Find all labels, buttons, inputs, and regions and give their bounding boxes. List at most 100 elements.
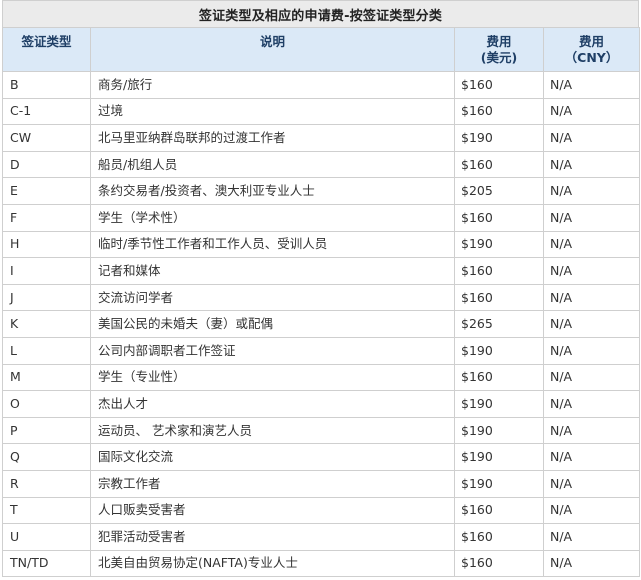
cell-fee-usd: $265 — [454, 310, 544, 338]
cell-fee-cny: N/A — [543, 283, 640, 312]
table-row: C-1 过境 $160 N/A — [2, 97, 640, 126]
cell-fee-cny: N/A — [543, 523, 640, 551]
table-row: L 公司内部调职者工作签证 $190 N/A — [2, 336, 640, 365]
cell-visa-type: H — [2, 230, 91, 259]
cell-fee-usd: $190 — [454, 469, 544, 498]
cell-description: 杰出人才 — [90, 390, 455, 418]
cell-description: 条约交易者/投资者、澳大利亚专业人士 — [90, 177, 455, 205]
header-description-label: 说明 — [259, 34, 285, 49]
cell-visa-type: L — [2, 336, 91, 365]
table-row: F 学生（学术性） $160 N/A — [2, 203, 640, 232]
table-row: R 宗教工作者 $190 N/A — [2, 469, 640, 498]
table-body: B 商务/旅行 $160 N/A C-1 过境 $160 N/A CW 北马里亚… — [2, 71, 640, 578]
table-row: TN/TD 北美自由贸易协定(NAFTA)专业人士 $160 N/A — [2, 549, 640, 578]
header-fee-cny-line1: 费用 — [578, 34, 604, 49]
cell-description: 过境 — [90, 97, 455, 126]
table-row: H 临时/季节性工作者和工作人员、受训人员 $190 N/A — [2, 230, 640, 259]
cell-visa-type: CW — [2, 124, 91, 152]
table-row: Q 国际文化交流 $190 N/A — [2, 443, 640, 471]
cell-fee-usd: $160 — [454, 203, 544, 232]
cell-description: 宗教工作者 — [90, 469, 455, 498]
cell-description: 北美自由贸易协定(NAFTA)专业人士 — [90, 549, 455, 578]
cell-fee-cny: N/A — [543, 416, 640, 445]
table-row: P 运动员、 艺术家和演艺人员 $190 N/A — [2, 416, 640, 445]
table-header: 签证类型 说明 费用 (美元) 费用 （CNY） — [2, 27, 640, 72]
cell-fee-cny: N/A — [543, 549, 640, 578]
cell-visa-type: P — [2, 416, 91, 445]
cell-description: 学生（学术性） — [90, 203, 455, 232]
table-row: D 船员/机组人员 $160 N/A — [2, 150, 640, 179]
visa-fee-table: 签证类型 说明 费用 (美元) 费用 （CNY） B 商务/旅行 $160 N/… — [2, 27, 640, 578]
cell-fee-usd: $160 — [454, 97, 544, 126]
header-visa-type: 签证类型 — [2, 27, 91, 72]
cell-fee-usd: $160 — [454, 363, 544, 392]
cell-description: 人口贩卖受害者 — [90, 496, 455, 525]
cell-fee-usd: $205 — [454, 177, 544, 205]
cell-description: 国际文化交流 — [90, 443, 455, 471]
cell-visa-type: C-1 — [2, 97, 91, 126]
cell-visa-type: Q — [2, 443, 91, 471]
cell-visa-type: I — [2, 257, 91, 285]
cell-fee-cny: N/A — [543, 336, 640, 365]
cell-visa-type: TN/TD — [2, 549, 91, 578]
cell-description: 犯罪活动受害者 — [90, 523, 455, 551]
cell-fee-usd: $190 — [454, 443, 544, 471]
cell-fee-cny: N/A — [543, 71, 640, 99]
visa-fee-table-container: 签证类型及相应的申请费-按签证类型分类 签证类型 说明 费用 (美元) 费用 （… — [2, 0, 640, 578]
cell-visa-type: F — [2, 203, 91, 232]
cell-fee-usd: $160 — [454, 523, 544, 551]
cell-fee-cny: N/A — [543, 203, 640, 232]
table-row: M 学生（专业性） $160 N/A — [2, 363, 640, 392]
cell-fee-cny: N/A — [543, 443, 640, 471]
cell-description: 北马里亚纳群岛联邦的过渡工作者 — [90, 124, 455, 152]
header-fee-usd: 费用 (美元) — [454, 27, 544, 72]
cell-visa-type: E — [2, 177, 91, 205]
cell-fee-usd: $160 — [454, 150, 544, 179]
header-description: 说明 — [90, 27, 455, 72]
table-row: J 交流访问学者 $160 N/A — [2, 283, 640, 312]
table-row: CW 北马里亚纳群岛联邦的过渡工作者 $190 N/A — [2, 124, 640, 152]
cell-fee-usd: $190 — [454, 230, 544, 259]
cell-fee-cny: N/A — [543, 230, 640, 259]
cell-visa-type: O — [2, 390, 91, 418]
table-row: B 商务/旅行 $160 N/A — [2, 71, 640, 99]
cell-fee-cny: N/A — [543, 310, 640, 338]
cell-fee-usd: $190 — [454, 336, 544, 365]
cell-fee-usd: $190 — [454, 124, 544, 152]
cell-visa-type: R — [2, 469, 91, 498]
table-row: O 杰出人才 $190 N/A — [2, 390, 640, 418]
cell-fee-cny: N/A — [543, 390, 640, 418]
table-row: I 记者和媒体 $160 N/A — [2, 257, 640, 285]
table-caption: 签证类型及相应的申请费-按签证类型分类 — [2, 0, 639, 27]
cell-fee-cny: N/A — [543, 363, 640, 392]
cell-description: 美国公民的未婚夫（妻）或配偶 — [90, 310, 455, 338]
header-fee-usd-line1: 费用 — [486, 34, 512, 49]
cell-description: 公司内部调职者工作签证 — [90, 336, 455, 365]
cell-fee-usd: $160 — [454, 496, 544, 525]
cell-fee-cny: N/A — [543, 257, 640, 285]
table-row: T 人口贩卖受害者 $160 N/A — [2, 496, 640, 525]
cell-description: 记者和媒体 — [90, 257, 455, 285]
cell-visa-type: B — [2, 71, 91, 99]
header-fee-cny: 费用 （CNY） — [543, 27, 640, 72]
table-row: U 犯罪活动受害者 $160 N/A — [2, 523, 640, 551]
cell-fee-cny: N/A — [543, 469, 640, 498]
cell-visa-type: K — [2, 310, 91, 338]
cell-visa-type: D — [2, 150, 91, 179]
cell-description: 船员/机组人员 — [90, 150, 455, 179]
cell-description: 商务/旅行 — [90, 71, 455, 99]
cell-visa-type: U — [2, 523, 91, 551]
header-fee-usd-line2: (美元) — [480, 50, 518, 65]
header-fee-cny-line2: （CNY） — [564, 50, 619, 65]
cell-description: 学生（专业性） — [90, 363, 455, 392]
cell-fee-usd: $190 — [454, 390, 544, 418]
cell-description: 交流访问学者 — [90, 283, 455, 312]
cell-visa-type: T — [2, 496, 91, 525]
table-row: E 条约交易者/投资者、澳大利亚专业人士 $205 N/A — [2, 177, 640, 205]
cell-fee-usd: $190 — [454, 416, 544, 445]
cell-fee-cny: N/A — [543, 97, 640, 126]
cell-fee-usd: $160 — [454, 283, 544, 312]
cell-fee-cny: N/A — [543, 124, 640, 152]
cell-description: 临时/季节性工作者和工作人员、受训人员 — [90, 230, 455, 259]
cell-visa-type: M — [2, 363, 91, 392]
